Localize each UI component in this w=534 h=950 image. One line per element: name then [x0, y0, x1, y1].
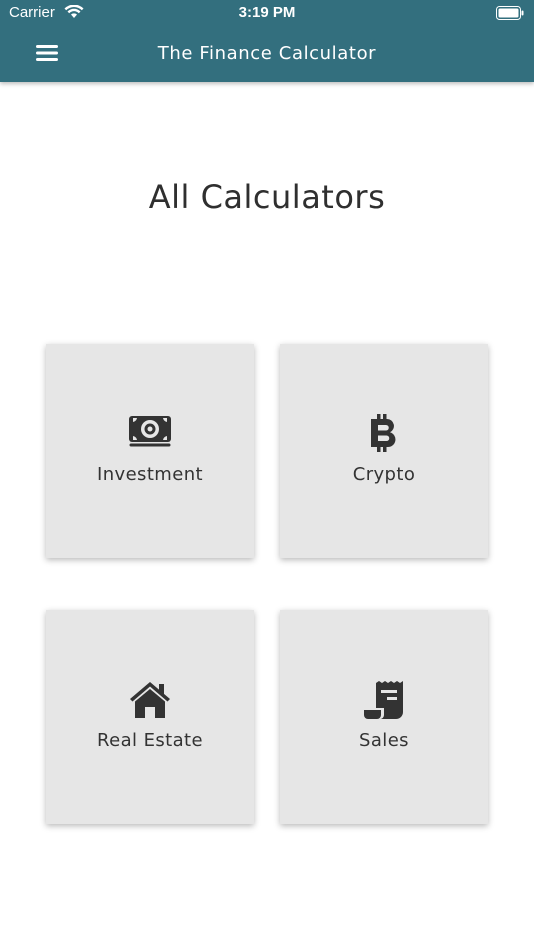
receipt-icon [280, 680, 488, 724]
app-header: Carrier 3:19 PM The Finance Calculator [0, 0, 534, 82]
sales-label: Sales [359, 730, 409, 751]
real-estate-calculator-card[interactable]: Real Estate [46, 610, 254, 824]
real-estate-label: Real Estate [97, 730, 203, 751]
crypto-calculator-card[interactable]: Crypto [280, 344, 488, 558]
sales-calculator-card[interactable]: Sales [280, 610, 488, 824]
home-icon [46, 680, 254, 724]
money-bill-icon [46, 414, 254, 452]
battery-icon [496, 6, 524, 24]
page-title: All Calculators [148, 178, 386, 216]
investment-calculator-card[interactable]: Investment [46, 344, 254, 558]
app-title: The Finance Calculator [157, 43, 377, 64]
bitcoin-icon [280, 414, 488, 456]
crypto-label: Crypto [352, 464, 416, 485]
investment-label: Investment [97, 464, 203, 485]
status-bar: Carrier 3:19 PM [0, 0, 534, 28]
status-time: 3:19 PM [238, 4, 296, 21]
